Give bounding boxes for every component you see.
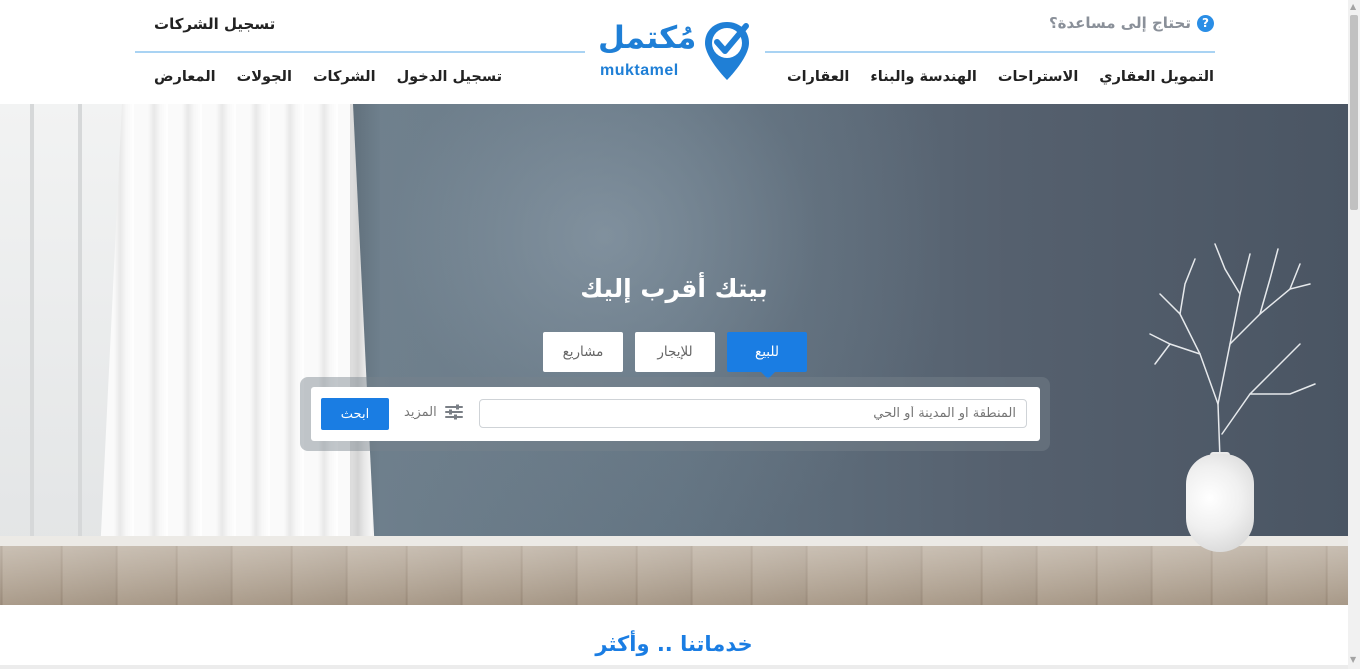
listing-type-tabs: للبيع للإيجار مشاريع bbox=[543, 332, 807, 379]
main-nav-left: المعارض الجولات الشركات تسجيل الدخول bbox=[154, 69, 502, 85]
hero-title: بيتك أقرب إليك bbox=[580, 274, 768, 303]
tab-for-sale[interactable]: للبيع bbox=[727, 332, 807, 379]
baseboard bbox=[0, 536, 1348, 546]
help-link[interactable]: ? تحتاج إلى مساعدة؟ bbox=[1049, 14, 1214, 32]
nav-item-companies[interactable]: الشركات bbox=[313, 69, 376, 85]
help-text: تحتاج إلى مساعدة؟ bbox=[1048, 14, 1191, 32]
tab-projects[interactable]: مشاريع bbox=[543, 332, 623, 372]
more-filters-label: المزيد bbox=[404, 404, 437, 420]
tab-for-rent[interactable]: للإيجار bbox=[635, 332, 715, 372]
logo-latin-text: muktamel bbox=[600, 62, 679, 79]
nav-item-financing[interactable]: التمويل العقاري bbox=[1099, 69, 1214, 85]
logo-arabic-text: مُكتمل bbox=[598, 20, 697, 56]
hero-section: بيتك أقرب إليك للبيع للإيجار مشاريع المز… bbox=[0, 104, 1348, 605]
white-vase bbox=[1186, 454, 1254, 552]
site-logo[interactable]: مُكتمل muktamel bbox=[598, 20, 756, 86]
bottom-divider bbox=[0, 665, 1348, 669]
nav-item-login[interactable]: تسجيل الدخول bbox=[397, 69, 502, 85]
search-button[interactable]: ابحث bbox=[321, 398, 389, 430]
sliders-icon bbox=[444, 404, 463, 420]
curtain-shadow bbox=[350, 104, 380, 554]
register-companies-link[interactable]: تسجيل الشركات bbox=[154, 15, 275, 33]
scrollbar-thumb[interactable] bbox=[1350, 15, 1358, 210]
location-check-icon bbox=[705, 22, 749, 80]
nav-item-engineering[interactable]: الهندسة والبناء bbox=[870, 69, 977, 85]
scroll-down-arrow-icon[interactable]: ▼ bbox=[1350, 655, 1356, 664]
page: ? تحتاج إلى مساعدة؟ تسجيل الشركات مُكتمل… bbox=[0, 0, 1348, 669]
wall-light bbox=[380, 104, 940, 544]
services-heading: خدماتنا .. وأكثر bbox=[595, 632, 753, 656]
header-divider-left bbox=[135, 51, 585, 53]
nav-item-exhibitions[interactable]: المعارض bbox=[154, 69, 216, 85]
header-divider-right bbox=[765, 51, 1215, 53]
main-nav-right: العقارات الهندسة والبناء الاستراحات التم… bbox=[787, 69, 1214, 85]
decorative-branches bbox=[1149, 243, 1316, 460]
curtain-image bbox=[100, 104, 375, 554]
location-search-input[interactable] bbox=[479, 399, 1027, 428]
scroll-up-arrow-icon[interactable]: ▲ bbox=[1350, 2, 1356, 11]
nav-item-rest-houses[interactable]: الاستراحات bbox=[998, 69, 1078, 85]
nav-item-real-estate[interactable]: العقارات bbox=[787, 69, 849, 85]
nav-item-tours[interactable]: الجولات bbox=[237, 69, 292, 85]
site-header: ? تحتاج إلى مساعدة؟ تسجيل الشركات مُكتمل… bbox=[0, 0, 1348, 104]
question-icon: ? bbox=[1197, 14, 1214, 32]
more-filters-button[interactable]: المزيد bbox=[404, 404, 463, 420]
